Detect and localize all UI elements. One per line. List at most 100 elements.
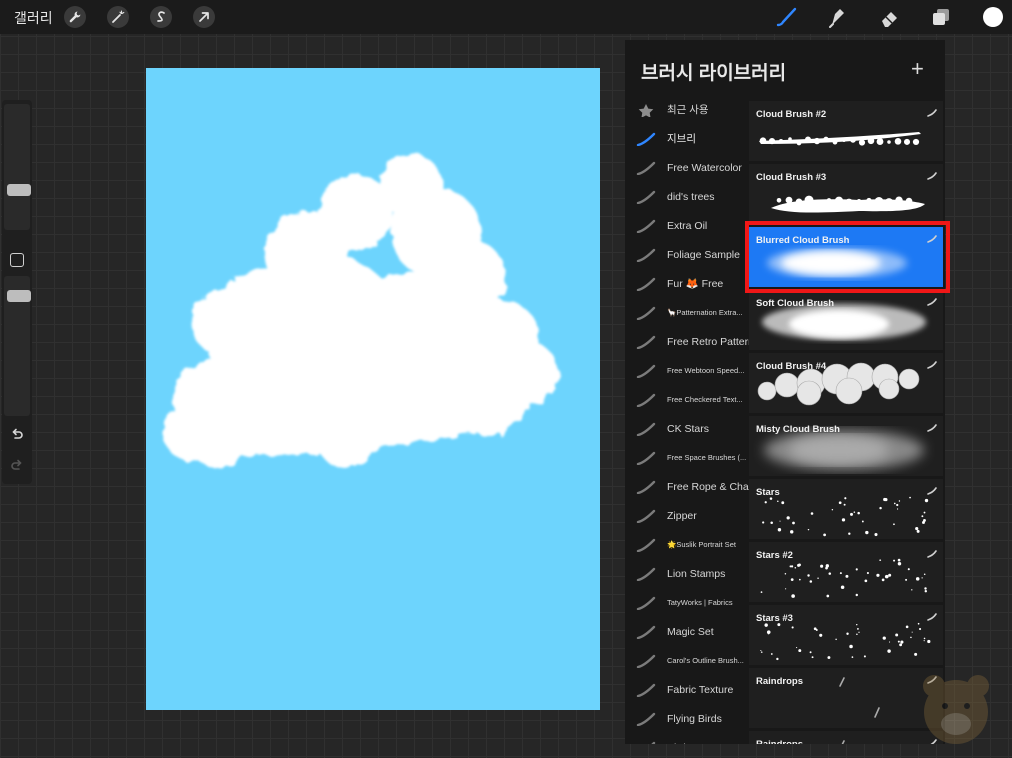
brush-pen-icon: [927, 487, 937, 495]
brush-name: Cloud Brush #4: [756, 361, 827, 372]
brush-icon[interactable]: [775, 6, 799, 28]
brush-set-item[interactable]: 지브리: [625, 124, 749, 153]
brush-item[interactable]: Raindrops: [749, 731, 943, 744]
brush-size-slider[interactable]: [4, 104, 31, 230]
gallery-button[interactable]: 갤러리: [14, 8, 53, 28]
selection-icon[interactable]: [150, 6, 172, 28]
brush-item[interactable]: Stars: [749, 479, 943, 539]
modify-button[interactable]: [10, 253, 24, 267]
brush-set-item[interactable]: TatyWorks | Fabrics: [625, 588, 749, 617]
layers-icon[interactable]: [929, 6, 953, 28]
brush-item[interactable]: Raindrops: [749, 668, 943, 728]
brush-set-label: Free Watercolor: [667, 161, 742, 174]
brush-set-item[interactable]: Magic Set: [625, 617, 749, 646]
redo-icon[interactable]: [10, 458, 24, 472]
brush-set-label: CK Stars: [667, 422, 710, 435]
brush-item[interactable]: Misty Cloud Brush: [749, 416, 943, 476]
brush-set-item[interactable]: Free Watercolor: [625, 153, 749, 182]
brush-item[interactable]: Cloud Brush #4: [749, 353, 943, 413]
brush-set-label: 최근 사용: [667, 104, 709, 116]
brush-set-icon: [636, 306, 656, 320]
brush-set-item[interactable]: Free Webtoon Speed...: [625, 356, 749, 385]
brush-name: Cloud Brush #2: [756, 109, 827, 120]
bear-watermark-icon: [923, 675, 989, 744]
brush-set-icon: [636, 538, 656, 552]
brush-set-item[interactable]: Carol's Outline Brush...: [625, 646, 749, 675]
brush-set-label: Free Checkered Text...: [667, 395, 743, 404]
brush-set-icon: [650, 741, 656, 744]
panel-title: 브러시 라이브러리: [641, 63, 787, 84]
brush-set-item[interactable]: Free Checkered Text...: [625, 385, 749, 414]
move-arrow-icon[interactable]: [193, 6, 215, 28]
brush-set-label: TatyWorks | Fabrics: [667, 598, 733, 607]
undo-icon[interactable]: [10, 427, 24, 441]
brush-set-item[interactable]: Lion Stamps: [625, 559, 749, 588]
brush-set-icon: [636, 712, 656, 726]
brush-set-item[interactable]: Flying Birds: [625, 704, 749, 733]
brush-set-item[interactable]: did's trees: [625, 182, 749, 211]
brush-set-item[interactable]: Fur 🦊 Free: [625, 269, 749, 298]
brush-set-item[interactable]: Bird: [625, 733, 749, 744]
brush-set-label: 🌟Suslik Portrait Set: [667, 540, 736, 549]
wrench-icon[interactable]: [64, 6, 86, 28]
brush-item[interactable]: Cloud Brush #2: [749, 101, 943, 161]
brush-set-icon: [636, 451, 656, 465]
brush-set-item[interactable]: CK Stars: [625, 414, 749, 443]
brush-set-item[interactable]: 🌟Suslik Portrait Set: [625, 530, 749, 559]
brush-set-icon: [636, 596, 656, 610]
star-icon: [638, 103, 654, 117]
magic-wand-icon[interactable]: [107, 6, 129, 28]
brush-set-label: Free Rope & Chain: [667, 480, 749, 493]
brush-set-icon: [636, 335, 656, 349]
brush-set-icon: [636, 509, 656, 523]
brush-item[interactable]: Stars #3: [749, 605, 943, 665]
selection-highlight: [745, 221, 950, 293]
brush-name: Stars #2: [756, 550, 793, 561]
brush-set-item[interactable]: Free Rope & Chain: [625, 472, 749, 501]
left-sidebar: [2, 100, 32, 484]
add-brush-button[interactable]: +: [911, 58, 924, 80]
brush-set-label: Fabric Texture: [667, 683, 734, 696]
brush-set-label: Extra Oil: [667, 219, 708, 232]
opacity-knob[interactable]: [7, 290, 31, 302]
brush-set-icon: [636, 219, 656, 233]
smudge-icon[interactable]: [826, 6, 850, 28]
eraser-icon[interactable]: [878, 6, 902, 28]
brush-set-list: 최근 사용지브리 Free Watercolor did's trees Extra …: [625, 95, 749, 744]
drawing-canvas[interactable]: [146, 68, 600, 710]
brush-set-label: Free Space Brushes (...: [667, 453, 747, 462]
brush-set-label: 🦙Patternation Extra...: [667, 308, 743, 317]
brush-item[interactable]: Stars #2: [749, 542, 943, 602]
color-picker[interactable]: [983, 7, 1003, 27]
brush-set-icon: [636, 364, 656, 378]
brush-item[interactable]: Cloud Brush #3: [749, 164, 943, 224]
brush-set-icon: [636, 393, 656, 407]
brush-name: Misty Cloud Brush: [756, 424, 840, 435]
brush-name: Raindrops: [756, 676, 803, 687]
brush-pen-icon: [927, 298, 937, 306]
brush-set-item[interactable]: Zipper: [625, 501, 749, 530]
brush-set-icon: [636, 567, 656, 581]
brush-set-icon: [636, 248, 656, 262]
brush-set-icon: [636, 132, 656, 146]
brush-size-knob[interactable]: [7, 184, 31, 196]
brush-set-item[interactable]: 최근 사용: [625, 95, 749, 124]
brush-pen-icon: [927, 361, 937, 369]
brush-set-label: Fur 🦊 Free: [667, 278, 724, 290]
brush-name: Cloud Brush #3: [756, 172, 827, 183]
opacity-slider[interactable]: [4, 276, 31, 416]
brush-list: Cloud Brush #2 Cloud Brush #3 Blurred Clou…: [749, 101, 943, 744]
brush-set-item[interactable]: 🦙Patternation Extra...: [625, 298, 749, 327]
brush-set-item[interactable]: Foliage Sample: [625, 240, 749, 269]
brush-set-item[interactable]: Free Space Brushes (...: [625, 443, 749, 472]
brush-item[interactable]: Soft Cloud Brush: [749, 290, 943, 350]
brush-set-label: Flying Birds: [667, 712, 722, 725]
brush-pen-icon: [927, 613, 937, 621]
cloud-drawing: [163, 154, 558, 468]
brush-set-label: Zipper: [667, 509, 697, 522]
brush-set-label: Free Webtoon Speed...: [667, 366, 745, 375]
brush-set-item[interactable]: Free Retro Pattern: [625, 327, 749, 356]
brush-set-label: Free Retro Pattern: [667, 335, 749, 348]
brush-set-item[interactable]: Fabric Texture: [625, 675, 749, 704]
brush-set-item[interactable]: Extra Oil: [625, 211, 749, 240]
